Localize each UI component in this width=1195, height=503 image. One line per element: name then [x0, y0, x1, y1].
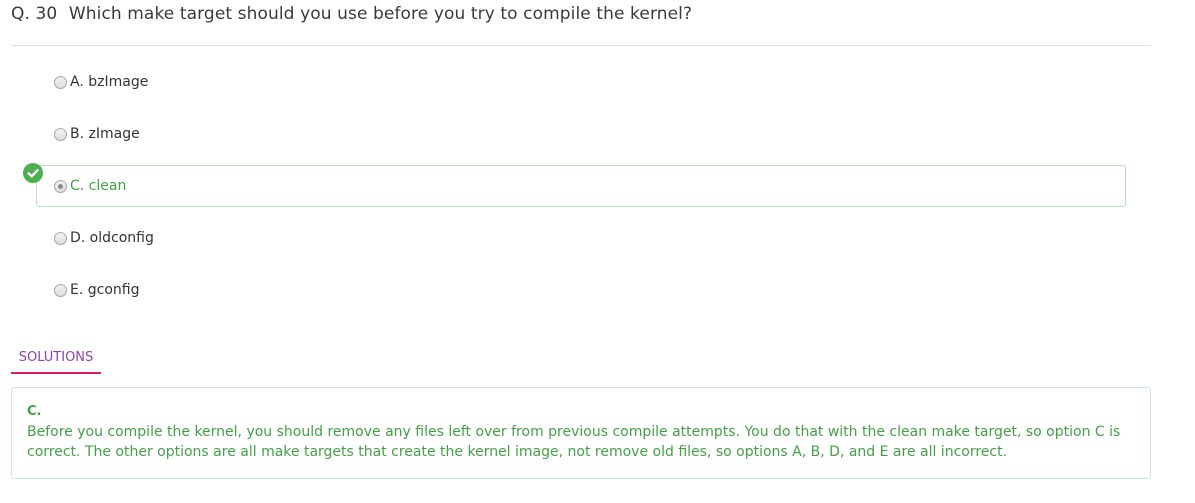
question-heading: Q. 30 Which make target should you use b… — [11, 4, 692, 24]
option-b[interactable]: B. zImage — [54, 124, 140, 144]
solution-explanation: Before you compile the kernel, you shoul… — [27, 424, 1121, 460]
radio-button[interactable] — [54, 283, 67, 297]
radio-button[interactable] — [54, 127, 67, 141]
question-text: Which make target should you use before … — [68, 4, 693, 24]
option-label: E. gconfig — [70, 282, 140, 298]
option-label: D. oldconfig — [70, 230, 154, 246]
option-d[interactable]: D. oldconfig — [54, 228, 154, 248]
check-circle-icon — [23, 163, 43, 183]
correct-answer-highlight — [36, 165, 1126, 207]
question-number: Q. 30 — [11, 4, 58, 24]
option-a[interactable]: A. bzImage — [54, 72, 148, 92]
radio-button[interactable] — [54, 75, 67, 89]
option-label: B. zImage — [70, 126, 140, 142]
option-label: C. clean — [70, 178, 127, 194]
radio-button[interactable] — [54, 231, 67, 245]
radio-button-selected[interactable] — [54, 179, 67, 193]
option-label: A. bzImage — [70, 74, 149, 90]
divider — [11, 45, 1151, 46]
solution-panel: C. Before you compile the kernel, you sh… — [11, 387, 1151, 479]
option-c[interactable]: C. clean — [54, 176, 126, 196]
tab-solutions[interactable]: SOLUTIONS — [11, 348, 101, 374]
option-e[interactable]: E. gconfig — [54, 280, 139, 300]
solution-answer: C. — [27, 404, 42, 419]
